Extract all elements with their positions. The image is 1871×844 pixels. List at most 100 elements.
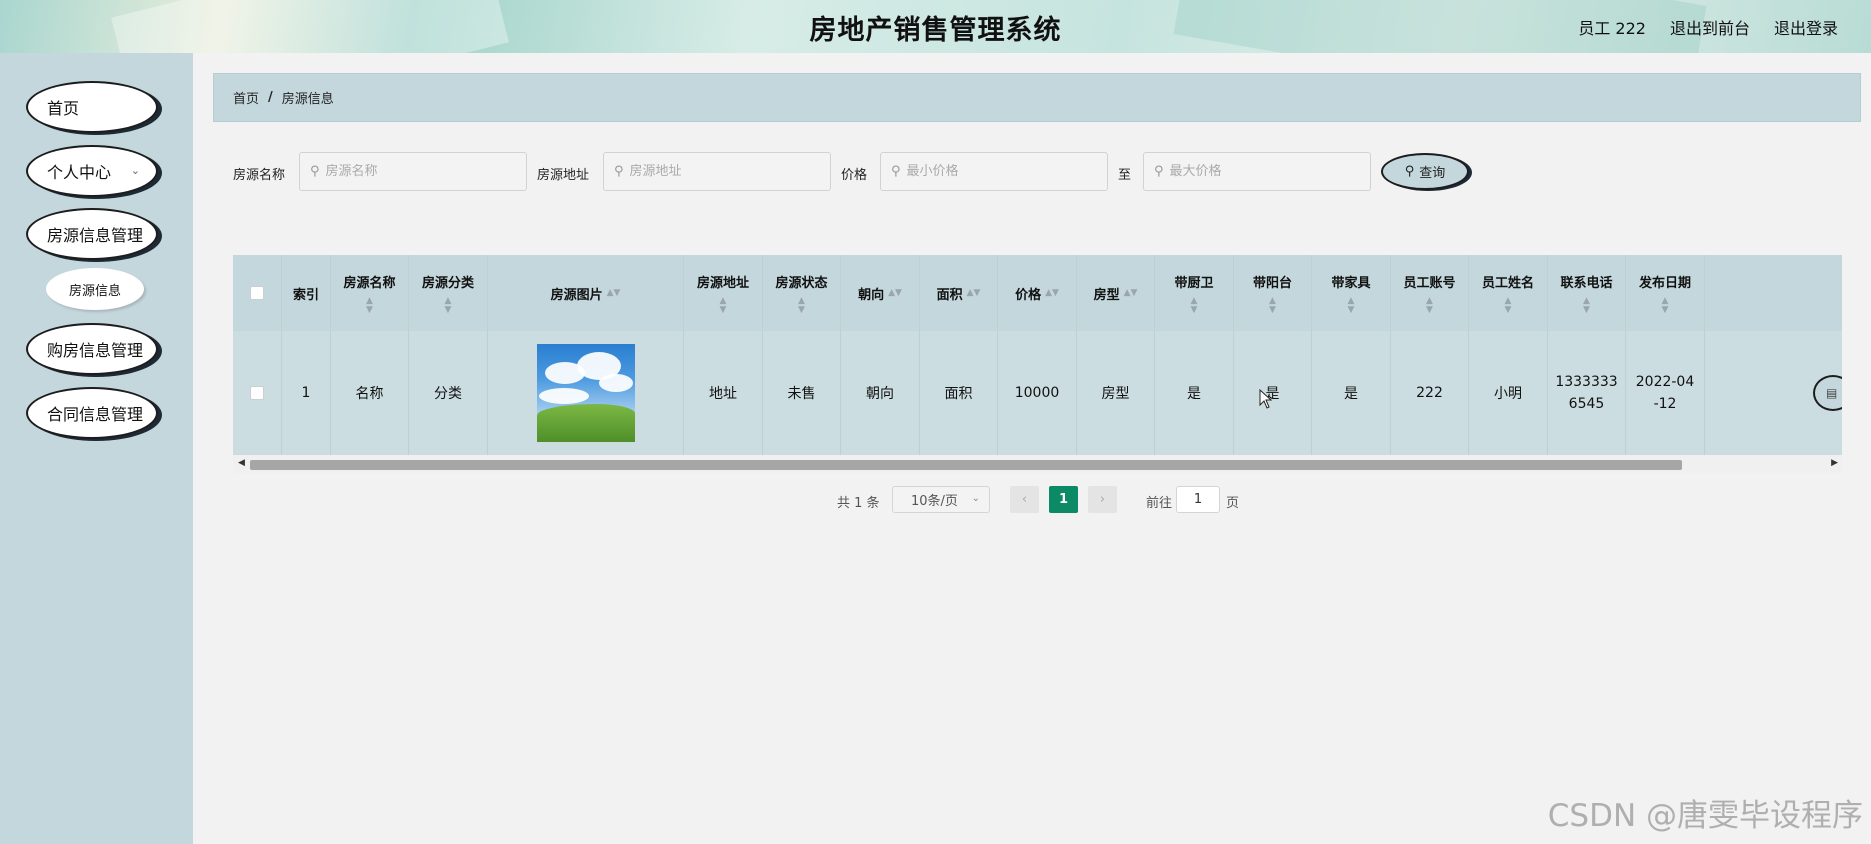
sort-icon[interactable]: ▲▼	[967, 288, 981, 298]
sort-icon[interactable]: ▲▼	[366, 296, 373, 315]
col-header-address[interactable]: 房源地址 ▲ ▼	[684, 255, 763, 331]
sidebar-item-label: 房源信息	[68, 283, 121, 299]
sidebar-item-label: 首页	[47, 99, 80, 118]
cell-balcony: 是	[1234, 331, 1312, 455]
breadcrumb-separator: /	[268, 90, 273, 105]
sidebar-item-contract-management[interactable]: 合同信息管理	[26, 387, 158, 439]
watermark: CSDN @唐雯毕设程序	[1547, 798, 1863, 834]
select-all-cell	[233, 255, 282, 331]
sidebar-item-home[interactable]: 首页	[26, 81, 158, 133]
house-image[interactable]	[536, 344, 635, 442]
row-select-cell	[233, 331, 282, 455]
table-row: 1 名称 分类 地址 未售 朝向 面积 10000 房型 是 是 是 222 小…	[233, 331, 1842, 455]
breadcrumb-home[interactable]: 首页	[233, 88, 259, 107]
scrollbar-thumb[interactable]	[250, 460, 1682, 470]
sort-icon[interactable]: ▲▼	[720, 296, 727, 315]
min-price-input[interactable]	[906, 164, 1080, 179]
row-checkbox[interactable]	[250, 386, 264, 400]
col-header-kitchen-bath[interactable]: 带厨卫 ▲ ▼	[1155, 255, 1234, 331]
document-icon: ▤	[1826, 386, 1838, 400]
sidebar-item-house-management[interactable]: 房源信息管理	[26, 208, 158, 260]
chevron-down-icon: ⌄	[971, 493, 980, 504]
sidebar-subitem-house-info[interactable]: 房源信息	[46, 268, 144, 310]
cell-publish-date: 2022-04 -12	[1626, 331, 1705, 455]
col-header-name[interactable]: 房源名称 ▲ ▼	[331, 255, 409, 331]
sort-icon[interactable]: ▲▼	[607, 288, 621, 298]
sort-icon[interactable]: ▲▼	[445, 296, 452, 315]
house-address-field[interactable]: ⚲	[603, 152, 831, 191]
cell-index: 1	[282, 331, 331, 455]
cell-layout: 房型	[1077, 331, 1155, 455]
house-name-field[interactable]: ⚲	[299, 152, 527, 191]
query-button[interactable]: ⚲ 查询	[1381, 153, 1469, 190]
col-header-phone[interactable]: 联系电话 ▲ ▼	[1548, 255, 1626, 331]
col-header-layout[interactable]: 房型 ▲▼	[1077, 255, 1155, 331]
sort-icon[interactable]: ▲▼	[1269, 296, 1276, 315]
cell-address: 地址	[684, 331, 763, 455]
col-header-area[interactable]: 面积 ▲▼	[920, 255, 998, 331]
cell-staff-name: 小明	[1469, 331, 1548, 455]
chevron-right-icon: ›	[1099, 492, 1106, 507]
select-all-checkbox[interactable]	[250, 286, 264, 300]
cell-phone: 1333333 6545	[1548, 331, 1626, 455]
current-user-label: 员工 222	[1578, 19, 1646, 38]
price-label: 价格	[841, 168, 868, 183]
cell-orientation: 朝向	[841, 331, 920, 455]
col-header-price[interactable]: 价格 ▲▼	[998, 255, 1077, 331]
sidebar-item-label: 房源信息管理	[47, 226, 144, 245]
app-header: 房地产销售管理系统 员工 222 退出到前台 退出登录	[0, 0, 1871, 53]
sort-icon[interactable]: ▲▼	[1348, 296, 1355, 315]
col-header-orientation[interactable]: 朝向 ▲▼	[841, 255, 920, 331]
col-header-category[interactable]: 房源分类 ▲ ▼	[409, 255, 488, 331]
scroll-left-icon[interactable]: ◀	[238, 458, 245, 468]
min-price-field[interactable]: ⚲	[880, 152, 1108, 191]
logout-link[interactable]: 退出登录	[1774, 15, 1838, 39]
col-header-publish-date[interactable]: 发布日期 ▲ ▼	[1626, 255, 1705, 331]
cell-image	[488, 331, 684, 455]
max-price-input[interactable]	[1169, 164, 1343, 179]
page-number-button[interactable]: 1	[1049, 486, 1078, 513]
page-suffix-label: 页	[1226, 496, 1240, 511]
col-header-status[interactable]: 房源状态 ▲ ▼	[763, 255, 841, 331]
col-header-staff-account[interactable]: 员工账号 ▲ ▼	[1391, 255, 1469, 331]
sort-icon[interactable]: ▲▼	[888, 288, 902, 298]
col-header-staff-name[interactable]: 员工姓名 ▲ ▼	[1469, 255, 1548, 331]
col-header-balcony[interactable]: 带阳台 ▲ ▼	[1234, 255, 1312, 331]
search-icon: ⚲	[891, 164, 901, 179]
max-price-field[interactable]: ⚲	[1143, 152, 1371, 191]
page-size-select[interactable]: 10条/页 ⌄	[892, 486, 990, 513]
house-name-input[interactable]	[325, 164, 499, 179]
sort-icon[interactable]: ▲▼	[1191, 296, 1198, 315]
house-address-input[interactable]	[629, 164, 803, 179]
col-header-image[interactable]: 房源图片 ▲▼	[488, 255, 684, 331]
sort-icon[interactable]: ▲▼	[1505, 296, 1512, 315]
total-count: 共 1 条	[837, 496, 880, 511]
goto-label: 前往	[1146, 496, 1173, 511]
cell-name: 名称	[331, 331, 409, 455]
sidebar-item-purchase-management[interactable]: 购房信息管理	[26, 323, 158, 375]
cell-area: 面积	[920, 331, 998, 455]
next-page-button[interactable]: ›	[1088, 486, 1117, 513]
horizontal-scrollbar[interactable]: ◀ ▶	[233, 455, 1842, 473]
sidebar-item-profile[interactable]: 个人中心 ⌄	[26, 145, 158, 197]
sort-icon[interactable]: ▲▼	[1045, 288, 1059, 298]
cell-staff-account: 222	[1391, 331, 1469, 455]
sort-icon[interactable]: ▲▼	[798, 296, 805, 315]
sort-icon[interactable]: ▲▼	[1583, 296, 1590, 315]
sort-icon[interactable]: ▲▼	[1662, 296, 1669, 315]
sort-icon[interactable]: ▲▼	[1124, 288, 1138, 298]
search-icon: ⚲	[310, 164, 320, 179]
back-to-front-link[interactable]: 退出到前台	[1670, 15, 1750, 39]
table-header: 索引 房源名称 ▲ ▼ 房源分类 ▲ ▼ 房源图片 ▲▼ 房源地址 ▲ ▼ 房源状态 …	[233, 255, 1842, 331]
col-header-actions	[1705, 255, 1842, 331]
scroll-right-icon[interactable]: ▶	[1831, 458, 1838, 468]
prev-page-button[interactable]: ‹	[1010, 486, 1039, 513]
breadcrumb-current: 房源信息	[281, 92, 334, 107]
sort-icon[interactable]: ▲▼	[1426, 296, 1433, 315]
chevron-down-icon: ⌄	[130, 164, 140, 177]
sidebar-item-label: 个人中心	[47, 163, 112, 182]
goto-page-input[interactable]: 1	[1176, 486, 1220, 513]
house-name-label: 房源名称	[233, 168, 286, 183]
col-header-furniture[interactable]: 带家具 ▲ ▼	[1312, 255, 1391, 331]
cell-kitchen-bath: 是	[1155, 331, 1234, 455]
